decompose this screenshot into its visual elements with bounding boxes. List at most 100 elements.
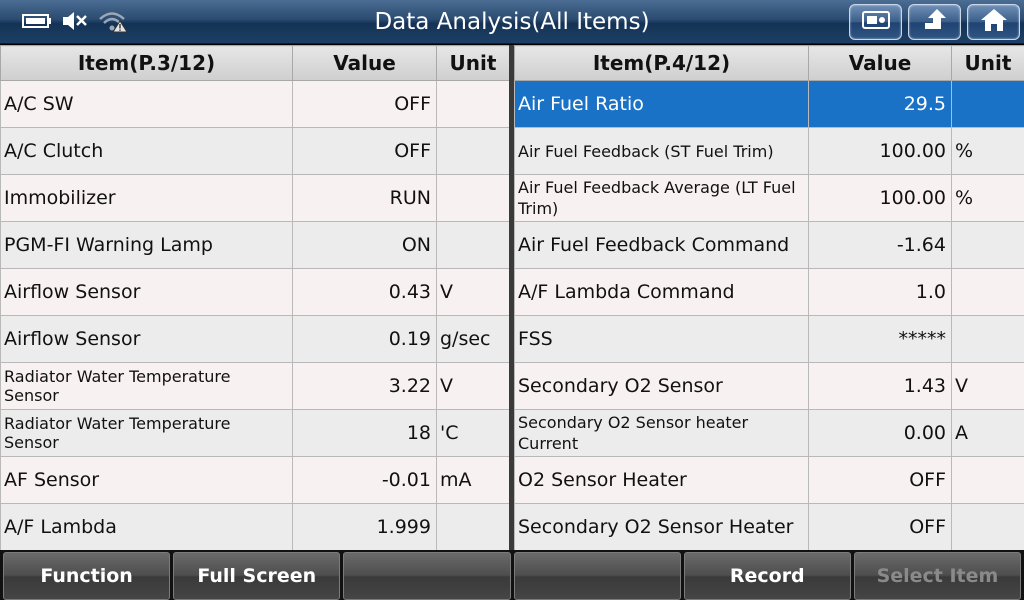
- item-name: Air Fuel Ratio: [514, 80, 809, 128]
- item-unit: [436, 80, 510, 128]
- column-header-value: Value: [292, 45, 437, 81]
- item-name: PGM-FI Warning Lamp: [0, 221, 293, 269]
- table-row[interactable]: A/F Lambda 1.999: [0, 503, 510, 551]
- item-value: -0.01: [292, 456, 437, 504]
- table-row[interactable]: Secondary O2 Sensor heater Current 0.00 …: [514, 409, 1024, 457]
- table-row[interactable]: Immobilizer RUN: [0, 174, 510, 222]
- back-button[interactable]: [908, 4, 961, 40]
- item-unit: [436, 127, 510, 175]
- column-header-unit: Unit: [436, 45, 510, 81]
- item-value: OFF: [292, 127, 437, 175]
- item-unit: A: [951, 409, 1024, 457]
- item-name: AF Sensor: [0, 456, 293, 504]
- blank-button-2[interactable]: [513, 552, 681, 600]
- table-row[interactable]: Air Fuel Feedback Command -1.64: [514, 221, 1024, 269]
- item-unit: [951, 315, 1024, 363]
- item-unit: [436, 174, 510, 222]
- table-row[interactable]: PGM-FI Warning Lamp ON: [0, 221, 510, 269]
- bottom-toolbar: Function Full Screen Record Select Item: [0, 550, 1024, 600]
- item-name: Air Fuel Feedback (ST Fuel Trim): [514, 127, 809, 175]
- item-unit: 'C: [436, 409, 510, 457]
- item-name: Secondary O2 Sensor heater Current: [514, 409, 809, 457]
- item-unit: g/sec: [436, 315, 510, 363]
- item-unit: %: [951, 127, 1024, 175]
- item-value: OFF: [292, 80, 437, 128]
- item-unit: V: [951, 362, 1024, 410]
- item-name: A/F Lambda Command: [514, 268, 809, 316]
- table-row[interactable]: Airflow Sensor 0.43 V: [0, 268, 510, 316]
- table-row[interactable]: Secondary O2 Sensor Heater OFF: [514, 503, 1024, 551]
- item-value: 18: [292, 409, 437, 457]
- item-unit: %: [951, 174, 1024, 222]
- item-unit: [436, 221, 510, 269]
- home-icon: [980, 7, 1008, 37]
- column-header-value: Value: [808, 45, 952, 81]
- item-value: 100.00: [808, 174, 952, 222]
- snapshot-icon: [861, 9, 891, 35]
- right-data-table: Item(P.4/12) Value Unit Air Fuel Ratio 2…: [514, 45, 1024, 551]
- item-unit: V: [436, 268, 510, 316]
- column-header-unit: Unit: [951, 45, 1024, 81]
- select-item-button[interactable]: Select Item: [853, 552, 1022, 600]
- table-row[interactable]: A/C Clutch OFF: [0, 127, 510, 175]
- home-button[interactable]: [967, 4, 1020, 40]
- item-value: 1.999: [292, 503, 437, 551]
- item-unit: [436, 503, 510, 551]
- table-row[interactable]: Air Fuel Feedback (ST Fuel Trim) 100.00 …: [514, 127, 1024, 175]
- item-name: Secondary O2 Sensor: [514, 362, 809, 410]
- item-name: Airflow Sensor: [0, 268, 293, 316]
- left-data-table: Item(P.3/12) Value Unit A/C SW OFF A/C C…: [0, 45, 510, 551]
- snapshot-button[interactable]: [849, 4, 902, 40]
- item-unit: V: [436, 362, 510, 410]
- item-unit: [951, 503, 1024, 551]
- item-value: OFF: [808, 503, 952, 551]
- item-name: A/C SW: [0, 80, 293, 128]
- item-unit: [951, 456, 1024, 504]
- item-value: *****: [808, 315, 952, 363]
- table-row[interactable]: Secondary O2 Sensor 1.43 V: [514, 362, 1024, 410]
- item-value: OFF: [808, 456, 952, 504]
- table-row[interactable]: AF Sensor -0.01 mA: [0, 456, 510, 504]
- item-name: A/F Lambda: [0, 503, 293, 551]
- item-unit: [951, 221, 1024, 269]
- table-row[interactable]: FSS *****: [514, 315, 1024, 363]
- table-row[interactable]: Radiator Water Temperature Sensor 3.22 V: [0, 362, 510, 410]
- item-value: 0.19: [292, 315, 437, 363]
- table-row[interactable]: Airflow Sensor 0.19 g/sec: [0, 315, 510, 363]
- table-row[interactable]: Air Fuel Feedback Average (LT Fuel Trim)…: [514, 174, 1024, 222]
- table-row[interactable]: O2 Sensor Heater OFF: [514, 456, 1024, 504]
- item-name: Secondary O2 Sensor Heater: [514, 503, 809, 551]
- item-value: RUN: [292, 174, 437, 222]
- item-value: 0.43: [292, 268, 437, 316]
- item-value: 1.0: [808, 268, 952, 316]
- back-icon: [921, 8, 949, 36]
- column-header-item: Item(P.3/12): [0, 45, 293, 81]
- item-value: 100.00: [808, 127, 952, 175]
- title-bar: Data Analysis(All Items): [0, 0, 1024, 44]
- item-name: Air Fuel Feedback Command: [514, 221, 809, 269]
- item-unit: [951, 80, 1024, 128]
- record-button[interactable]: Record: [683, 552, 851, 600]
- item-value: ON: [292, 221, 437, 269]
- function-button[interactable]: Function: [3, 552, 171, 600]
- item-unit: [951, 268, 1024, 316]
- item-name: FSS: [514, 315, 809, 363]
- item-value: 1.43: [808, 362, 952, 410]
- item-value: 29.5: [808, 80, 952, 128]
- item-value: -1.64: [808, 221, 952, 269]
- blank-button-1[interactable]: [343, 552, 511, 600]
- item-value: 3.22: [292, 362, 437, 410]
- item-unit: mA: [436, 456, 510, 504]
- item-name: Radiator Water Temperature Sensor: [0, 409, 293, 457]
- table-row-selected[interactable]: Air Fuel Ratio 29.5: [514, 80, 1024, 128]
- item-name: Air Fuel Feedback Average (LT Fuel Trim): [514, 174, 809, 222]
- item-name: Immobilizer: [0, 174, 293, 222]
- item-name: Radiator Water Temperature Sensor: [0, 362, 293, 410]
- table-row[interactable]: A/F Lambda Command 1.0: [514, 268, 1024, 316]
- table-row[interactable]: A/C SW OFF: [0, 80, 510, 128]
- full-screen-button[interactable]: Full Screen: [173, 552, 341, 600]
- table-row[interactable]: Radiator Water Temperature Sensor 18 'C: [0, 409, 510, 457]
- item-value: 0.00: [808, 409, 952, 457]
- item-name: O2 Sensor Heater: [514, 456, 809, 504]
- column-header-item: Item(P.4/12): [514, 45, 809, 81]
